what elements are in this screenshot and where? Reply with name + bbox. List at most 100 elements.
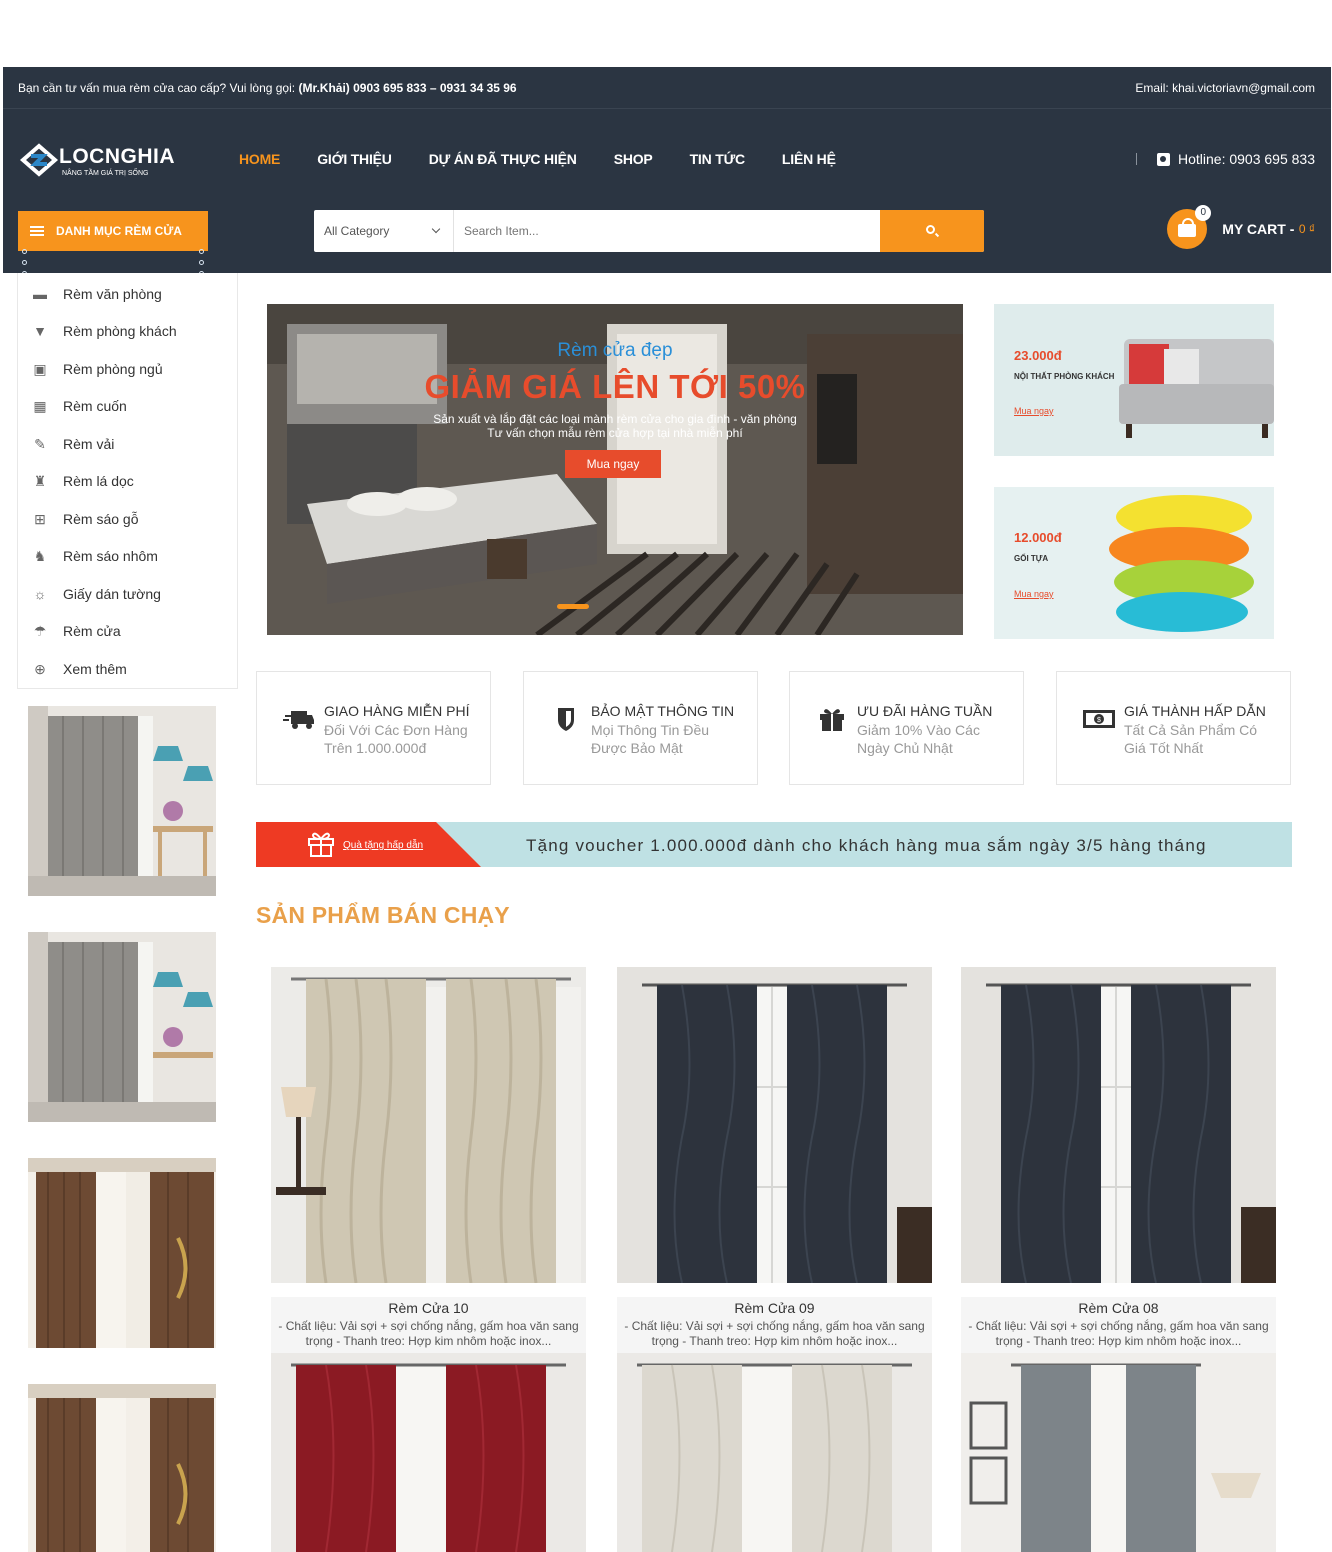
cart[interactable]: 0 MY CART - 0 ₫ bbox=[1167, 205, 1315, 251]
sidebar-item-label: Giấy dán tường bbox=[63, 585, 161, 602]
sidebar-item-label: Rèm văn phòng bbox=[63, 285, 162, 302]
voucher-message: Tặng voucher 1.000.000đ dành cho khách h… bbox=[526, 836, 1207, 855]
sidebar-item[interactable]: ⊕ Xem thêm bbox=[18, 650, 237, 688]
sidebar-item[interactable]: ⊞ Rèm sáo gỗ bbox=[18, 500, 237, 538]
sidebar-item[interactable]: ✎ Rèm vải bbox=[18, 425, 237, 463]
site-header: Bạn cần tư vấn mua rèm cửa cao cấp? Vui … bbox=[3, 67, 1331, 276]
product-image[interactable] bbox=[271, 967, 586, 1283]
sun-icon: ☼ bbox=[33, 585, 47, 602]
umbrella-icon: ☂ bbox=[33, 623, 47, 640]
promo-banner-pillow[interactable]: 12.000đ GỐI TỰA Mua ngay bbox=[994, 487, 1274, 639]
cart-count-badge: 0 bbox=[1195, 205, 1212, 221]
section-title: SẢN PHẨM BÁN CHẠY bbox=[256, 902, 510, 928]
category-menu-label: DANH MỤC RÈM CỬA bbox=[56, 224, 182, 238]
product-card[interactable] bbox=[271, 1353, 586, 1552]
phone-icon bbox=[1157, 152, 1170, 166]
thumbnail-image[interactable] bbox=[28, 932, 216, 1122]
product-image[interactable] bbox=[617, 1353, 932, 1552]
brush-icon: ✎ bbox=[34, 435, 46, 452]
category-select[interactable]: All Category bbox=[314, 210, 454, 252]
dress-icon: ♜ bbox=[33, 473, 47, 490]
main-nav: HOME GIỚI THIỆU DỰ ÁN ĐÃ THỰC HIỆN SHOP … bbox=[239, 151, 873, 167]
sidebar-item[interactable]: ▣ Rèm phòng ngủ bbox=[18, 350, 237, 388]
sidebar-item[interactable]: ▦ Rèm cuốn bbox=[18, 388, 237, 426]
sidebar-item-label: Rèm phòng ngủ bbox=[63, 360, 163, 377]
product-name[interactable]: Rèm Cửa 08 bbox=[961, 1297, 1276, 1316]
stroller-icon: ♞ bbox=[33, 548, 47, 565]
nav-tin-tuc[interactable]: TIN TỨC bbox=[690, 151, 746, 167]
product-card[interactable] bbox=[617, 1353, 932, 1552]
promo-buy-link[interactable]: Mua ngay bbox=[1014, 589, 1054, 599]
product-info: Rèm Cửa 08 - Chất liệu: Vải sợi + sợi ch… bbox=[961, 1297, 1276, 1353]
promo-subtitle: GỐI TỰA bbox=[1014, 554, 1049, 563]
sidebar-item-label: Rèm sáo gỗ bbox=[63, 510, 139, 527]
sidebar-item-label: Rèm cuốn bbox=[63, 398, 127, 415]
contact-phones[interactable]: (Mr.Khải) 0903 695 833 – 0931 34 35 96 bbox=[298, 81, 516, 95]
feature-free-shipping: GIAO HÀNG MIỄN PHÍ Đối Với Các Đơn Hàng T… bbox=[256, 671, 491, 785]
search-input[interactable] bbox=[464, 220, 864, 242]
chevron-down-icon bbox=[431, 224, 441, 234]
product-name[interactable]: Rèm Cửa 09 bbox=[617, 1297, 932, 1316]
nav-gioi-thieu[interactable]: GIỚI THIỆU bbox=[317, 151, 392, 167]
fence-icon: ⊞ bbox=[34, 510, 46, 527]
sidebar-item[interactable]: ☂ Rèm cửa bbox=[18, 613, 237, 651]
category-menu-button[interactable]: DANH MỤC RÈM CỬA bbox=[18, 211, 208, 251]
thumbnail-image[interactable] bbox=[28, 1158, 216, 1348]
hero-description: Sản xuất và lắp đặt các loại mành rèm cử… bbox=[433, 412, 797, 440]
slider-dots bbox=[557, 604, 589, 609]
sidebar-item-label: Xem thêm bbox=[63, 660, 127, 677]
sidebar-item-label: Rèm phòng khách bbox=[63, 323, 177, 340]
hero-slider[interactable]: Rèm cửa đẹp GIẢM GIÁ LÊN TỚI 50% Sản xuấ… bbox=[267, 304, 963, 635]
hotline-text: Hotline: 0903 695 833 bbox=[1178, 151, 1315, 167]
sidebar-item-label: Rèm cửa bbox=[63, 623, 121, 640]
product-image[interactable] bbox=[961, 967, 1276, 1283]
divider bbox=[1136, 153, 1137, 165]
site-logo[interactable]: LOCNGHIA NÂNG TẦM GIÁ TRỊ SỐNG bbox=[19, 142, 175, 180]
logo-mark-icon bbox=[19, 143, 59, 177]
nav-lien-he[interactable]: LIÊN HỆ bbox=[782, 151, 836, 167]
menu-icon bbox=[30, 226, 44, 236]
sidebar-item-label: Rèm sáo nhôm bbox=[63, 548, 158, 565]
sidebar-item[interactable]: ♜ Rèm lá dọc bbox=[18, 463, 237, 501]
thumbnail-image[interactable] bbox=[28, 1384, 216, 1552]
promo-buy-link[interactable]: Mua ngay bbox=[1014, 406, 1054, 416]
voucher-tag-text: Quà tặng hấp dẫn bbox=[343, 840, 424, 851]
product-image[interactable] bbox=[617, 967, 932, 1283]
product-card[interactable] bbox=[961, 1353, 1276, 1552]
sidebar-item[interactable]: ♞ Rèm sáo nhôm bbox=[18, 538, 237, 576]
product-info: Rèm Cửa 09 - Chất liệu: Vải sợi + sợi ch… bbox=[617, 1297, 932, 1353]
search-bar: All Category bbox=[314, 210, 984, 252]
sidebar-item-label: Rèm lá dọc bbox=[63, 473, 134, 490]
hotline[interactable]: Hotline: 0903 695 833 bbox=[1136, 151, 1315, 167]
sidebar-item[interactable]: ▬ Rèm văn phòng bbox=[18, 275, 237, 313]
product-image[interactable] bbox=[961, 1353, 1276, 1552]
nav-home[interactable]: HOME bbox=[239, 151, 280, 167]
voucher-banner[interactable]: Quà tặng hấp dẫn Tặng voucher 1.000.000đ… bbox=[256, 822, 1292, 867]
thumbnail-image[interactable] bbox=[28, 706, 216, 896]
search-button[interactable] bbox=[880, 210, 984, 252]
sidebar-item[interactable]: ▼ Rèm phòng khách bbox=[18, 313, 237, 351]
hero-buy-button[interactable]: Mua ngay bbox=[565, 450, 661, 478]
sidebar-item[interactable]: ☼ Giấy dán tường bbox=[18, 575, 237, 613]
shield-icon bbox=[558, 708, 574, 731]
money-icon: $ bbox=[1083, 710, 1115, 728]
promo-subtitle: NỘI THẤT PHÒNG KHÁCH bbox=[1014, 372, 1115, 381]
shopping-bag-icon: 0 bbox=[1167, 205, 1212, 249]
camera-icon: ▣ bbox=[33, 360, 47, 377]
nav-du-an[interactable]: DỰ ÁN ĐÃ THỰC HIỆN bbox=[429, 151, 577, 167]
product-name[interactable]: Rèm Cửa 10 bbox=[271, 1297, 586, 1316]
nav-shop[interactable]: SHOP bbox=[614, 151, 653, 167]
promo-price: 12.000đ bbox=[1014, 530, 1062, 545]
hero-title: GIẢM GIÁ LÊN TỚI 50% bbox=[424, 368, 806, 405]
plus-circle-icon: ⊕ bbox=[34, 660, 46, 677]
slider-dot-active[interactable] bbox=[557, 604, 589, 609]
sidebar-item-label: Rèm vải bbox=[63, 435, 115, 452]
product-description: - Chất liệu: Vải sợi + sợi chống nắng, g… bbox=[624, 1319, 925, 1348]
email-text[interactable]: Email: khai.victoriavn@gmail.com bbox=[1135, 81, 1315, 95]
lamp-icon: ▼ bbox=[33, 323, 47, 340]
consult-text: Bạn cần tư vấn mua rèm cửa cao cấp? Vui … bbox=[18, 81, 517, 95]
search-icon bbox=[926, 225, 935, 234]
promo-banner-sofa[interactable]: 23.000đ NỘI THẤT PHÒNG KHÁCH Mua ngay bbox=[994, 304, 1274, 456]
pillow-image bbox=[1109, 495, 1254, 632]
product-image[interactable] bbox=[271, 1353, 586, 1552]
